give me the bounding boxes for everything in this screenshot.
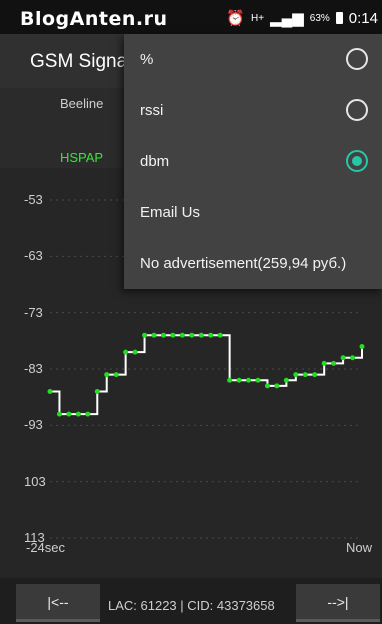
y-tick-label: -83 xyxy=(24,361,43,376)
data-point xyxy=(94,389,100,395)
watermark: BlogAnten.ru xyxy=(20,8,168,30)
clock: 0:14 xyxy=(348,9,378,27)
data-point xyxy=(274,383,280,389)
data-point xyxy=(179,332,185,338)
data-point xyxy=(236,377,242,383)
y-tick-label: 103 xyxy=(24,473,46,489)
data-point xyxy=(75,411,81,417)
data-point xyxy=(170,332,176,338)
app-title: GSM Signal xyxy=(30,51,132,72)
network-type-indicator: H+ xyxy=(251,12,265,24)
data-point xyxy=(302,372,308,378)
menu-item-dbm[interactable]: dbm xyxy=(124,136,382,187)
data-point xyxy=(350,355,356,361)
data-point xyxy=(283,377,289,383)
menu-item-label: dbm xyxy=(140,153,170,170)
data-point xyxy=(123,349,129,355)
data-point xyxy=(160,332,166,338)
data-point xyxy=(56,411,62,417)
data-point xyxy=(85,411,91,417)
network-type: HSPAP xyxy=(60,150,104,165)
radio-percent[interactable] xyxy=(346,48,368,70)
data-point xyxy=(340,355,346,361)
data-point xyxy=(264,383,270,389)
data-point xyxy=(217,332,223,338)
menu-item-label: rssi xyxy=(140,102,164,119)
data-point xyxy=(66,411,72,417)
status-bar: BlogAnten.ru ⏰ H+ ▂▄▆ 63% 0:14 xyxy=(0,0,382,34)
data-point xyxy=(132,349,138,355)
battery-percent: 63% xyxy=(309,12,330,24)
data-point xyxy=(331,360,337,366)
data-point xyxy=(227,377,233,383)
data-point xyxy=(47,389,53,395)
radio-dbm[interactable] xyxy=(346,150,368,172)
signal-icon: ▂▄▆ xyxy=(270,10,304,27)
data-point xyxy=(142,332,148,338)
overflow-menu: % rssi dbm Email Us No advertisement(259… xyxy=(124,34,382,289)
data-point xyxy=(208,332,214,338)
menu-item-percent[interactable]: % xyxy=(124,34,382,85)
menu-item-email-us[interactable]: Email Us xyxy=(124,187,382,238)
y-tick-label: -73 xyxy=(24,304,43,320)
menu-item-label: No advertisement(259,94 руб.) xyxy=(140,255,347,272)
battery-icon xyxy=(335,12,343,24)
data-point xyxy=(113,372,119,378)
data-point xyxy=(198,332,204,338)
next-button[interactable]: -->| xyxy=(296,584,380,622)
y-tick-label: -53 xyxy=(24,192,43,207)
data-point xyxy=(255,377,261,383)
data-point xyxy=(246,377,252,383)
y-tick-label: -93 xyxy=(24,417,43,433)
data-point xyxy=(189,332,195,338)
operator-name: Beeline xyxy=(60,96,104,111)
data-point xyxy=(293,372,299,378)
y-tick-label: -63 xyxy=(24,248,43,264)
prev-button[interactable]: |<-- xyxy=(16,584,100,622)
menu-item-label: % xyxy=(140,51,154,68)
alarm-icon: ⏰ xyxy=(226,10,246,27)
lac-cid-info: LAC: 61223 | CID: 43373658 xyxy=(108,598,275,613)
data-point xyxy=(359,343,365,349)
data-point xyxy=(104,372,110,378)
status-icons: ⏰ H+ ▂▄▆ 63% 0:14 xyxy=(226,9,378,28)
menu-item-no-ads[interactable]: No advertisement(259,94 руб.) xyxy=(124,238,382,289)
menu-item-rssi[interactable]: rssi xyxy=(124,85,382,136)
x-end-label: Now xyxy=(346,540,373,555)
x-start-label: -24sec xyxy=(26,540,66,555)
data-point xyxy=(321,360,327,366)
data-point xyxy=(312,372,318,378)
menu-item-label: Email Us xyxy=(140,204,201,221)
data-point xyxy=(151,332,157,338)
radio-rssi[interactable] xyxy=(346,99,368,121)
